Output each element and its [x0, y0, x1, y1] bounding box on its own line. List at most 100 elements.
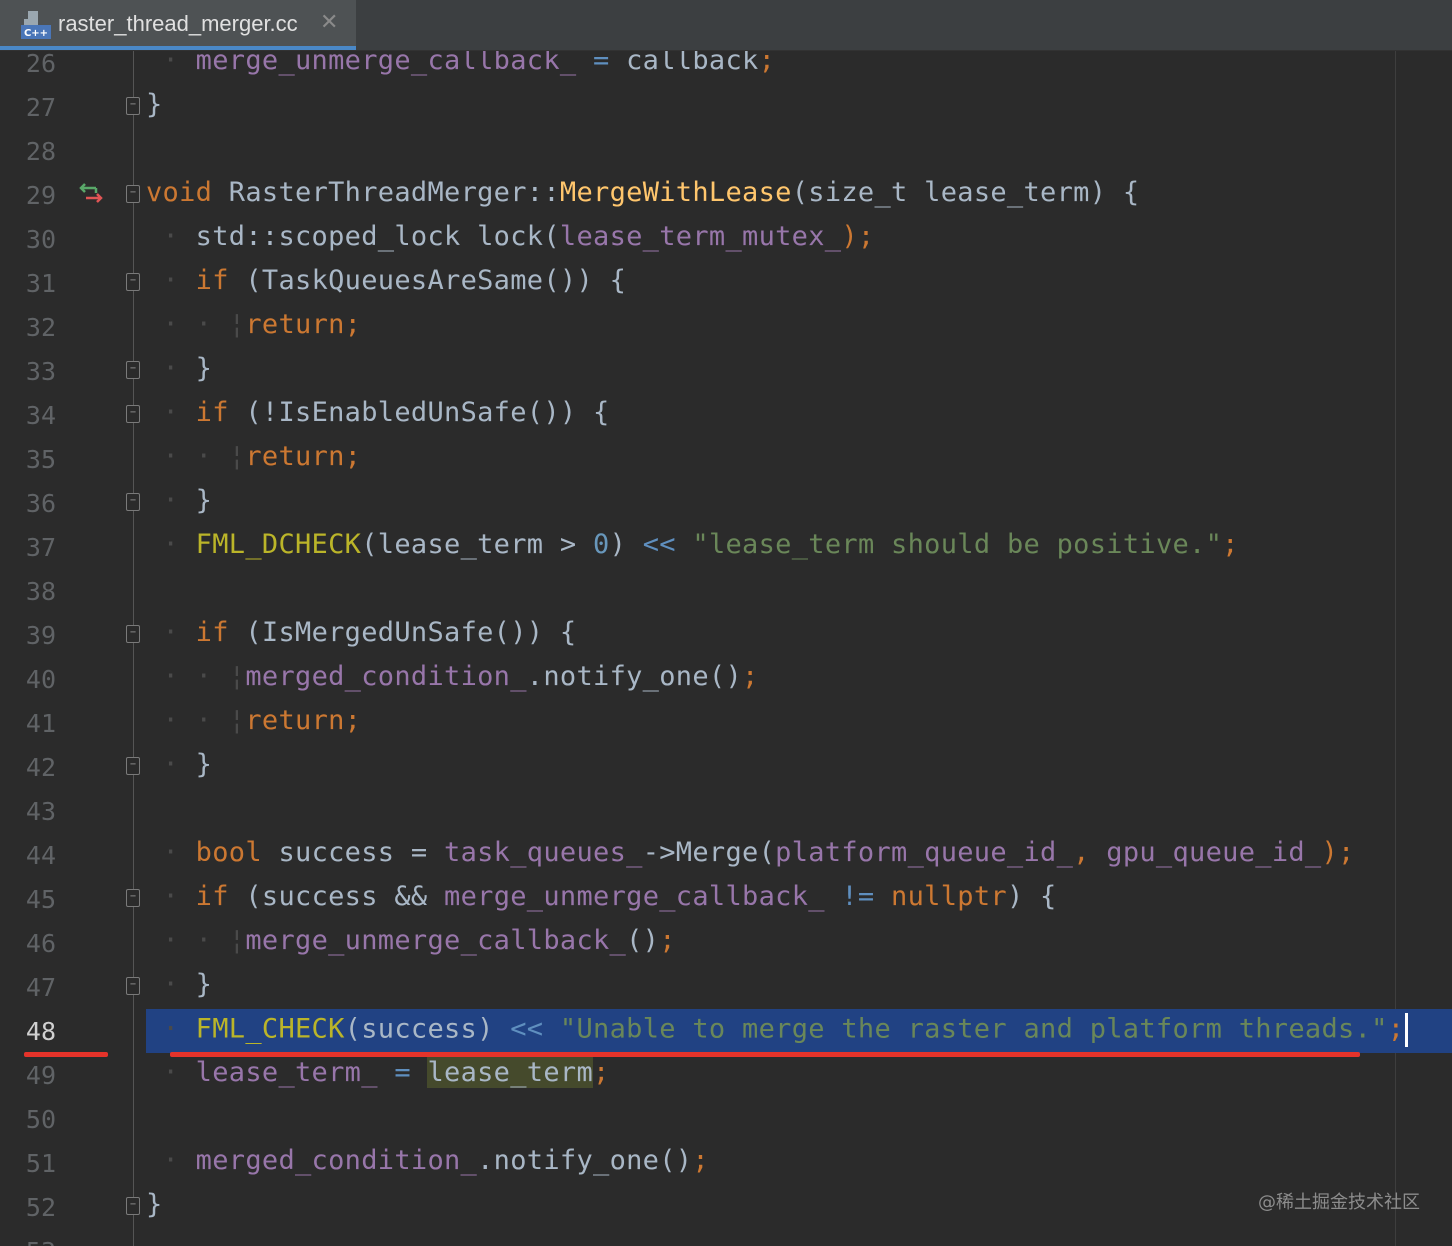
code-text[interactable]: · FML_CHECK(success) << "Unable to merge…	[146, 1013, 1409, 1047]
code-text[interactable]: · lease_term_ = lease_term;	[146, 1057, 610, 1088]
annotation-underline-code	[170, 1052, 1360, 1057]
code-line[interactable]: 53	[0, 1229, 1452, 1246]
fold-marker-icon[interactable]: −	[126, 757, 140, 775]
fold-marker-icon[interactable]: −	[126, 273, 140, 291]
line-number: 33	[25, 357, 56, 386]
code-text[interactable]: · · ¦return;	[146, 705, 361, 736]
code-line[interactable]: 47 − · }	[0, 965, 1452, 1009]
recursion-arrows-icon[interactable]	[78, 180, 104, 206]
code-text[interactable]: · merge_unmerge_callback_ = callback;	[146, 51, 775, 76]
cpp-file-icon: C++	[21, 11, 51, 39]
fold-marker-icon[interactable]: −	[126, 977, 140, 995]
code-line[interactable]: 37 · FML_DCHECK(lease_term > 0) << "leas…	[0, 525, 1452, 569]
code-text[interactable]: · }	[146, 749, 212, 780]
code-line[interactable]: 34 − · if (!IsEnabledUnSafe()) {	[0, 393, 1452, 437]
line-number: 30	[25, 225, 56, 254]
line-number: 31	[25, 269, 56, 298]
fold-marker-icon[interactable]: −	[126, 361, 140, 379]
line-number: 47	[25, 973, 56, 1002]
code-line[interactable]: 43	[0, 789, 1452, 833]
line-number: 51	[25, 1149, 56, 1178]
line-number: 41	[25, 709, 56, 738]
close-icon[interactable]: ✕	[320, 10, 338, 35]
code-line[interactable]: 38	[0, 569, 1452, 613]
line-number: 45	[25, 885, 56, 914]
code-line[interactable]: 39 − · if (IsMergedUnSafe()) {	[0, 613, 1452, 657]
line-number: 35	[25, 445, 56, 474]
code-line[interactable]: 30 · std::scoped_lock lock(lease_term_mu…	[0, 217, 1452, 261]
code-line[interactable]: 50	[0, 1097, 1452, 1141]
fold-marker-icon[interactable]: −	[126, 1197, 140, 1215]
text-caret	[1405, 1013, 1409, 1047]
code-line[interactable]: 32 · · ¦return;	[0, 305, 1452, 349]
code-line[interactable]: 33 − · }	[0, 349, 1452, 393]
code-line[interactable]: 42 − · }	[0, 745, 1452, 789]
line-number: 49	[25, 1061, 56, 1090]
code-line[interactable]: 41 · · ¦return;	[0, 701, 1452, 745]
code-line[interactable]: 51 · merged_condition_.notify_one();	[0, 1141, 1452, 1185]
code-text[interactable]: · }	[146, 485, 212, 516]
code-line[interactable]: 36 − · }	[0, 481, 1452, 525]
fold-marker-icon[interactable]: −	[126, 625, 140, 643]
fold-marker-icon[interactable]: −	[126, 493, 140, 511]
line-number: 39	[25, 621, 56, 650]
line-number: 29	[25, 181, 56, 210]
code-lines: 26 · merge_unmerge_callback_ = callback;…	[0, 51, 1452, 1246]
fold-marker-icon[interactable]: −	[126, 405, 140, 423]
code-text[interactable]: · if (IsMergedUnSafe()) {	[146, 617, 577, 648]
code-text[interactable]: · if (success && merge_unmerge_callback_…	[146, 881, 1057, 912]
code-line-current[interactable]: 48 · FML_CHECK(success) << "Unable to me…	[0, 1009, 1452, 1053]
editor-tab-bar: C++ raster_thread_merger.cc ✕	[0, 0, 1452, 51]
fold-marker-icon[interactable]: −	[126, 97, 140, 115]
watermark: @稀土掘金技术社区	[1258, 1192, 1420, 1213]
code-line[interactable]: 40 · · ¦merged_condition_.notify_one();	[0, 657, 1452, 701]
code-line[interactable]: 26 · merge_unmerge_callback_ = callback;	[0, 51, 1452, 85]
code-text[interactable]: }	[146, 89, 163, 120]
active-tab-indicator	[0, 46, 356, 50]
tab-raster-thread-merger[interactable]: C++ raster_thread_merger.cc ✕	[0, 0, 356, 50]
code-text[interactable]: · · ¦merged_condition_.notify_one();	[146, 661, 759, 692]
code-text[interactable]: · std::scoped_lock lock(lease_term_mutex…	[146, 221, 875, 252]
line-number: 27	[25, 93, 56, 122]
fold-marker-icon[interactable]: −	[126, 185, 140, 203]
code-text[interactable]: · if (TaskQueuesAreSame()) {	[146, 265, 626, 296]
code-line[interactable]: 27 − }	[0, 85, 1452, 129]
code-line[interactable]: 52 − }	[0, 1185, 1452, 1229]
code-text[interactable]: }	[146, 1189, 163, 1220]
line-number: 42	[25, 753, 56, 782]
line-number: 44	[25, 841, 56, 870]
code-text[interactable]: · · ¦return;	[146, 441, 361, 472]
line-number: 32	[25, 313, 56, 342]
line-number: 43	[25, 797, 56, 826]
code-line[interactable]: 46 · · ¦merge_unmerge_callback_();	[0, 921, 1452, 965]
line-number: 48	[25, 1017, 56, 1046]
line-number: 28	[25, 137, 56, 166]
line-number: 53	[0, 1237, 56, 1246]
fold-marker-icon[interactable]: −	[126, 889, 140, 907]
line-number: 40	[25, 665, 56, 694]
code-text[interactable]: · FML_DCHECK(lease_term > 0) << "lease_t…	[146, 529, 1239, 560]
code-text[interactable]: · merged_condition_.notify_one();	[146, 1145, 709, 1176]
code-line[interactable]: 28	[0, 129, 1452, 173]
svg-text:C++: C++	[24, 28, 48, 39]
code-line[interactable]: 44 · bool success = task_queues_->Merge(…	[0, 833, 1452, 877]
line-number: 46	[25, 929, 56, 958]
line-number: 37	[25, 533, 56, 562]
code-text[interactable]: · if (!IsEnabledUnSafe()) {	[146, 397, 610, 428]
code-text[interactable]: · }	[146, 969, 212, 1000]
line-number: 36	[25, 489, 56, 518]
code-text[interactable]: · · ¦return;	[146, 309, 361, 340]
code-line[interactable]: 29 − void RasterThreadMerger::MergeWithL…	[0, 173, 1452, 217]
code-line[interactable]: 35 · · ¦return;	[0, 437, 1452, 481]
tab-title: raster_thread_merger.cc	[58, 11, 298, 36]
code-text[interactable]: · bool success = task_queues_->Merge(pla…	[146, 837, 1355, 868]
code-text[interactable]: void RasterThreadMerger::MergeWithLease(…	[146, 177, 1139, 208]
code-line[interactable]: 45 − · if (success && merge_unmerge_call…	[0, 877, 1452, 921]
code-line[interactable]: 49 · lease_term_ = lease_term;	[0, 1053, 1452, 1097]
code-text[interactable]: · }	[146, 353, 212, 384]
line-number: 50	[25, 1105, 56, 1134]
line-number: 26	[25, 51, 56, 78]
code-line[interactable]: 31 − · if (TaskQueuesAreSame()) {	[0, 261, 1452, 305]
code-text[interactable]: · · ¦merge_unmerge_callback_();	[146, 925, 676, 956]
code-editor[interactable]: 26 · merge_unmerge_callback_ = callback;…	[0, 51, 1452, 1246]
